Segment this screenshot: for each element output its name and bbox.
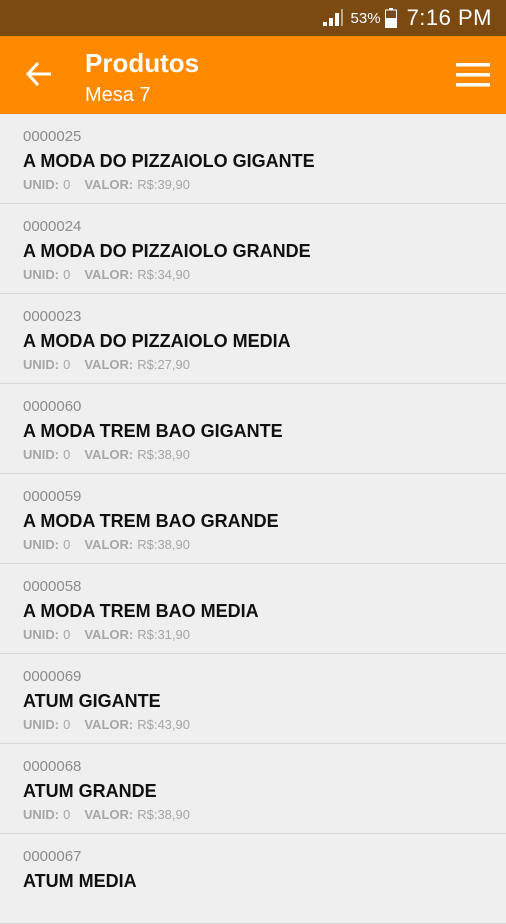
unid-label: UNID: — [23, 627, 60, 642]
valor-label: VALOR: — [84, 627, 134, 642]
list-item[interactable]: 0000068 ATUM GRANDE UNID: 0 VALOR: R$:38,90 — [0, 744, 506, 834]
product-code: 0000069 — [23, 668, 82, 685]
unid-value: 0 — [63, 717, 71, 732]
list-item[interactable]: 0000023 A MODA DO PIZZAIOLO MEDIA UNID: 0… — [0, 294, 506, 384]
product-name: A MODA TREM BAO GRANDE — [23, 511, 279, 531]
product-name: ATUM GRANDE — [23, 781, 157, 801]
product-list: 0000025 A MODA DO PIZZAIOLO GIGANTE UNID… — [0, 114, 506, 924]
valor-label: VALOR: — [84, 177, 134, 192]
product-name: A MODA DO PIZZAIOLO GIGANTE — [23, 151, 315, 171]
unid-label: UNID: — [23, 357, 60, 372]
valor-label: VALOR: — [84, 807, 134, 822]
product-code: 0000067 — [23, 848, 82, 865]
product-name: A MODA TREM BAO GIGANTE — [23, 421, 283, 441]
product-code: 0000024 — [23, 218, 82, 235]
product-meta: UNID: 0 VALOR: R$:43,90 — [23, 717, 190, 732]
valor-value: R$:43,90 — [137, 717, 190, 732]
list-item[interactable]: 0000058 A MODA TREM BAO MEDIA UNID: 0 VALO… — [0, 564, 506, 654]
list-item[interactable]: 0000060 A MODA TREM BAO GIGANTE UNID: 0 VA… — [0, 384, 506, 474]
valor-value: R$:38,90 — [137, 447, 190, 462]
unid-label: UNID: — [23, 807, 60, 822]
unid-value: 0 — [63, 627, 71, 642]
valor-value: R$:34,90 — [137, 267, 190, 282]
valor-label: VALOR: — [84, 447, 134, 462]
list-item[interactable]: 0000069 ATUM GIGANTE UNID: 0 VALOR: R$:43,9… — [0, 654, 506, 744]
product-meta: UNID: 0 VALOR: R$:38,90 — [23, 447, 190, 462]
valor-label: VALOR: — [84, 537, 134, 552]
product-code: 0000068 — [23, 758, 82, 775]
list-item[interactable]: 0000024 A MODA DO PIZZAIOLO GRANDE UNID:… — [0, 204, 506, 294]
product-code: 0000060 — [23, 398, 82, 415]
status-clock: 7:16 PM — [406, 5, 492, 30]
unid-value: 0 — [63, 177, 71, 192]
product-meta: UNID: 0 VALOR: R$:34,90 — [23, 267, 190, 282]
valor-value: R$:38,90 — [137, 807, 190, 822]
page-subtitle: Mesa 7 — [85, 84, 151, 106]
valor-value: R$:39,90 — [137, 177, 190, 192]
product-name: ATUM MEDIA — [23, 871, 137, 891]
valor-value: R$:27,90 — [137, 357, 190, 372]
valor-value: R$:38,90 — [137, 537, 190, 552]
unid-label: UNID: — [23, 447, 60, 462]
product-meta: UNID: 0 VALOR: R$:38,90 — [23, 807, 190, 822]
unid-value: 0 — [63, 537, 71, 552]
product-meta: UNID: 0 VALOR: R$:38,90 — [23, 537, 190, 552]
product-meta: UNID: 0 VALOR: R$:31,90 — [23, 627, 190, 642]
product-code: 0000023 — [23, 308, 82, 325]
unid-value: 0 — [63, 807, 71, 822]
battery-icon — [384, 8, 397, 28]
product-name: A MODA TREM BAO MEDIA — [23, 601, 259, 621]
unid-value: 0 — [63, 357, 71, 372]
hamburger-menu-icon[interactable] — [456, 62, 490, 88]
unid-label: UNID: — [23, 717, 60, 732]
page-title: Produtos — [85, 48, 200, 78]
product-code: 0000025 — [23, 128, 82, 145]
unid-value: 0 — [63, 447, 71, 462]
valor-value: R$:31,90 — [137, 627, 190, 642]
valor-label: VALOR: — [84, 357, 134, 372]
unid-label: UNID: — [23, 267, 60, 282]
app-bar: Produtos Mesa 7 — [0, 36, 506, 114]
valor-label: VALOR: — [84, 717, 134, 732]
status-bar: 53% 7:16 PM — [0, 0, 506, 36]
product-meta: UNID: 0 VALOR: R$:27,90 — [23, 357, 190, 372]
arrow-left-icon[interactable] — [24, 58, 56, 90]
list-item[interactable]: 0000025 A MODA DO PIZZAIOLO GIGANTE UNID… — [0, 114, 506, 204]
list-item[interactable]: 0000067 ATUM MEDIA — [0, 834, 506, 924]
unid-label: UNID: — [23, 537, 60, 552]
product-name: ATUM GIGANTE — [23, 691, 161, 711]
battery-percent: 53% — [350, 9, 381, 27]
list-item[interactable]: 0000059 A MODA TREM BAO GRANDE UNID: 0 VAL… — [0, 474, 506, 564]
valor-label: VALOR: — [84, 267, 134, 282]
product-name: A MODA DO PIZZAIOLO MEDIA — [23, 331, 291, 351]
unid-value: 0 — [63, 267, 71, 282]
product-code: 0000058 — [23, 578, 82, 595]
product-name: A MODA DO PIZZAIOLO GRANDE — [23, 241, 311, 261]
product-code: 0000059 — [23, 488, 82, 505]
signal-icon — [322, 9, 343, 26]
unid-label: UNID: — [23, 177, 60, 192]
product-meta: UNID: 0 VALOR: R$:39,90 — [23, 177, 190, 192]
